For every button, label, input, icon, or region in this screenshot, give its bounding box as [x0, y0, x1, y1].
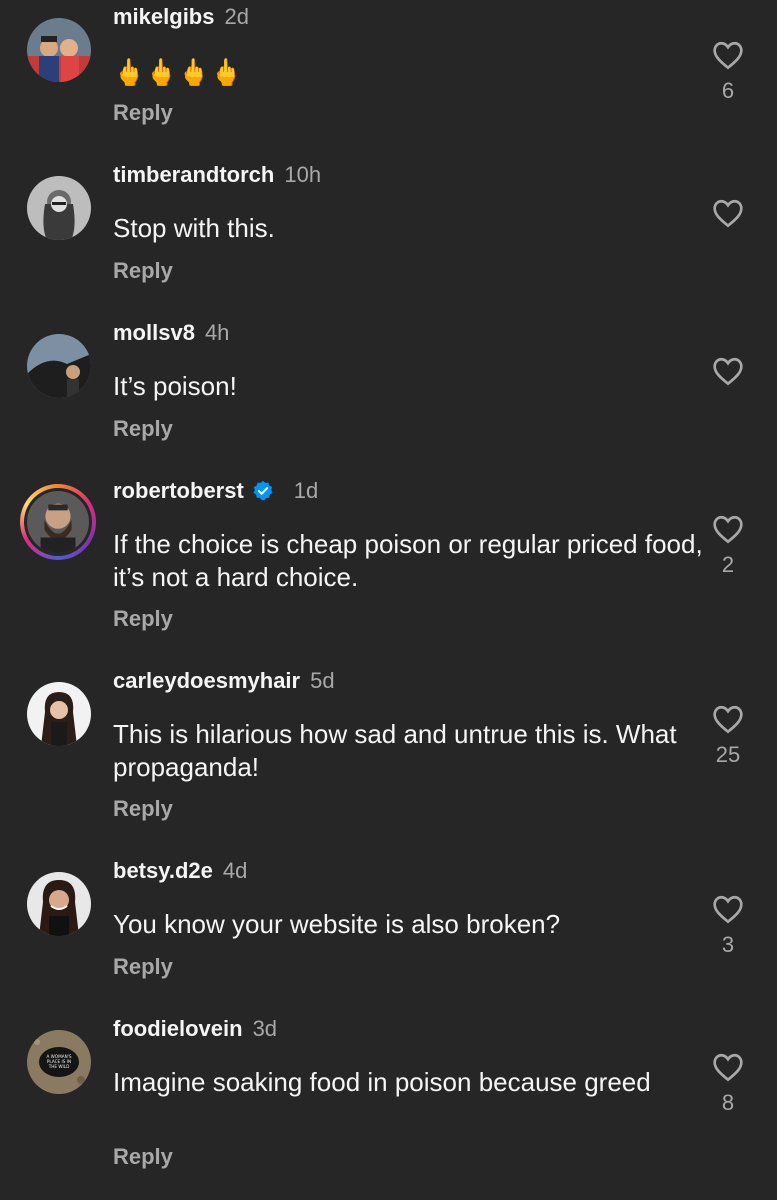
- reply-button[interactable]: Reply: [113, 416, 173, 442]
- timestamp: 4h: [204, 320, 230, 345]
- heart-icon[interactable]: [712, 704, 744, 734]
- comment-meta: mollsv8 4h: [113, 320, 229, 346]
- like-count: 8: [721, 1090, 735, 1115]
- timestamp: 3d: [252, 1016, 278, 1041]
- timestamp: 5d: [310, 668, 335, 693]
- avatar[interactable]: [27, 334, 91, 398]
- heart-icon[interactable]: [712, 1052, 744, 1082]
- reply-button[interactable]: Reply: [113, 954, 173, 980]
- comment-text: If the choice is cheap poison or regular…: [113, 529, 703, 592]
- like-count: 6: [721, 78, 735, 103]
- comment-meta: timberandtorch 10h: [113, 162, 321, 188]
- avatar: [27, 491, 89, 553]
- heart-icon[interactable]: [712, 514, 744, 544]
- comment-meta: carleydoesmyhair 5d: [113, 668, 335, 694]
- avatar[interactable]: [27, 176, 91, 240]
- avatar[interactable]: [27, 18, 91, 82]
- comment-text: You know your website is also broken?: [113, 909, 561, 939]
- comment-meta: foodielovein 3d: [113, 1016, 277, 1042]
- reply-button[interactable]: Reply: [113, 1144, 173, 1170]
- heart-icon[interactable]: [712, 40, 744, 70]
- like-count: 2: [721, 552, 735, 577]
- username[interactable]: mollsv8: [113, 320, 195, 345]
- avatar[interactable]: A WOMAN'S PLACE IS IN THE WILD: [27, 1030, 91, 1094]
- timestamp: 2d: [224, 4, 249, 29]
- reply-button[interactable]: Reply: [113, 100, 173, 126]
- comment-text: Stop with this.: [113, 213, 275, 243]
- like-count: 25: [715, 742, 741, 767]
- username[interactable]: betsy.d2e: [113, 858, 213, 883]
- comment-text: It’s poison!: [113, 371, 237, 401]
- username[interactable]: timberandtorch: [113, 162, 274, 187]
- heart-icon[interactable]: [712, 894, 744, 924]
- heart-icon[interactable]: [712, 198, 744, 228]
- timestamp: 4d: [222, 858, 248, 883]
- avatar[interactable]: [27, 872, 91, 936]
- username[interactable]: carleydoesmyhair: [113, 668, 300, 693]
- username[interactable]: mikelgibs: [113, 4, 214, 29]
- svg-text:THE WILD: THE WILD: [48, 1064, 70, 1069]
- reply-button[interactable]: Reply: [113, 606, 173, 632]
- avatar[interactable]: [27, 682, 91, 746]
- comment-meta: betsy.d2e 4d: [113, 858, 247, 884]
- comment-text: 🖕🖕🖕🖕: [113, 57, 243, 87]
- username[interactable]: robertoberst: [113, 478, 244, 503]
- timestamp: 1d: [293, 478, 319, 503]
- timestamp: 10h: [284, 162, 322, 187]
- comment-text: Imagine soaking food in poison because g…: [113, 1067, 651, 1097]
- avatar-ring-gap: [24, 488, 92, 556]
- reply-button[interactable]: Reply: [113, 796, 173, 822]
- avatar-story-ring[interactable]: [20, 484, 96, 560]
- reply-button[interactable]: Reply: [113, 258, 173, 284]
- verified-badge-icon: [253, 480, 273, 501]
- heart-icon[interactable]: [712, 356, 744, 386]
- comment-text: This is hilarious how sad and untrue thi…: [113, 719, 677, 782]
- like-count: 3: [721, 932, 735, 957]
- comment-meta: robertoberst 1d: [113, 478, 318, 504]
- comment-meta: mikelgibs 2d: [113, 4, 249, 30]
- username[interactable]: foodielovein: [113, 1016, 243, 1041]
